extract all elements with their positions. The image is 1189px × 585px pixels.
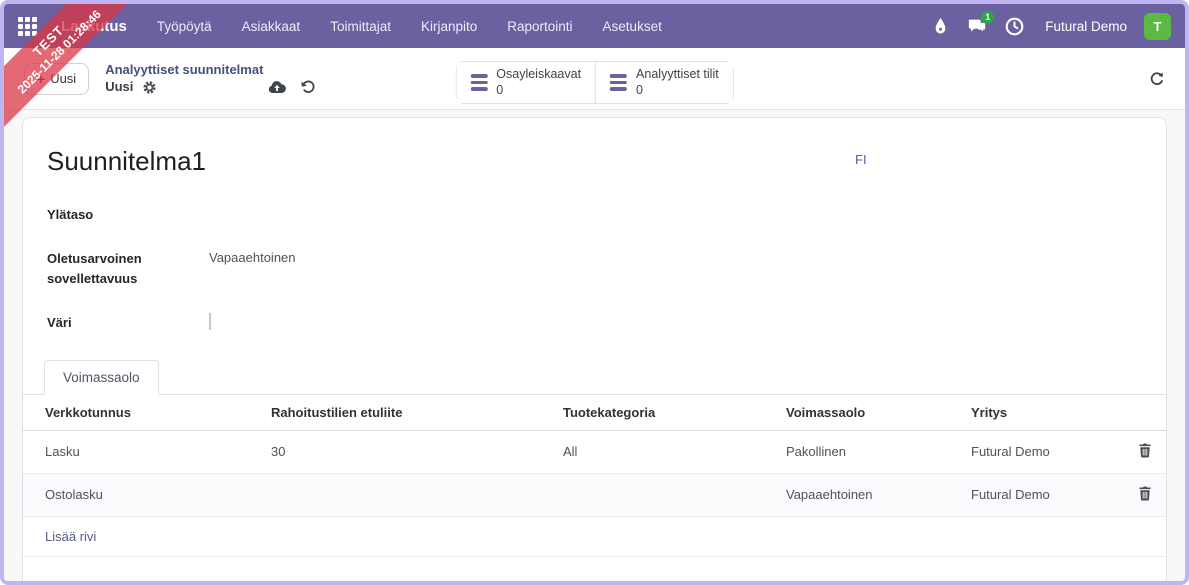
stat-value: 0 [636,82,643,97]
cell-prefix[interactable] [263,473,555,517]
col-header-tuotekategoria: Tuotekategoria [555,394,778,431]
refresh-icon[interactable] [1149,71,1165,87]
discard-undo-icon[interactable] [300,79,316,95]
main-content: Suunnitelma1 FI Ylätaso Oletusarvoinen s… [4,110,1185,581]
cell-category[interactable] [555,473,778,517]
messages-icon[interactable]: 1 [967,11,995,36]
col-header-actions [1123,394,1166,431]
applicability-list: Verkkotunnus Rahoitustilien etuliite Tuo… [23,394,1166,557]
stat-label: Osayleiskaavat [496,67,582,81]
activities-clock-icon[interactable] [1004,16,1024,36]
breadcrumb-parent-link[interactable]: Analyyttiset suunnitelmat [105,62,316,78]
main-menu: Työpöytä Asiakkaat Toimittajat Kirjanpit… [157,19,662,34]
app-window: Laskutus Työpöytä Asiakkaat Toimittajat … [0,0,1189,585]
new-button[interactable]: + Uusi [24,62,90,95]
gear-icon[interactable] [142,80,157,95]
cell-domain[interactable]: Ostolasku [23,473,263,517]
field-label-vari: Väri [47,315,72,331]
control-panel: + Uusi Analyyttiset suunnitelmat Uusi Os… [4,48,1185,110]
breadcrumb: Analyyttiset suunnitelmat Uusi [105,62,316,96]
breadcrumb-current: Uusi [105,79,134,94]
field-group: Ylätaso Oletusarvoinen sovellettavuus Va… [47,205,1142,334]
new-button-label: Uusi [50,71,77,86]
plus-icon: + [37,70,46,87]
stat-label: Analyyttiset tilit [636,67,719,81]
nav-item-asetukset[interactable]: Asetukset [603,19,662,34]
table-header-row: Verkkotunnus Rahoitustilien etuliite Tuo… [23,394,1166,431]
tab-voimassaolo[interactable]: Voimassaolo [44,359,159,395]
systray: 1 Futural Demo T [930,11,1171,40]
user-avatar[interactable]: T [1144,12,1171,40]
water-drop-icon[interactable] [930,16,950,36]
add-row: Lisää rivi [23,516,1166,557]
table-row: Ostolasku Vapaaehtoinen Futural Demo [23,473,1166,517]
nav-item-asiakkaat[interactable]: Asiakkaat [242,19,301,34]
col-header-yritys: Yritys [963,394,1123,431]
cell-applicability[interactable]: Vapaaehtoinen [778,473,963,517]
col-header-voimassaolo: Voimassaolo [778,394,963,431]
app-brand[interactable]: Laskutus [61,18,127,35]
company-switcher[interactable]: Futural Demo [1045,19,1127,34]
stat-value: 0 [496,82,504,97]
col-header-etuliite: Rahoitustilien etuliite [263,394,555,431]
bars-icon [610,74,628,91]
cell-prefix[interactable]: 30 [263,430,555,474]
record-title-field[interactable]: Suunnitelma1 [47,146,1142,177]
translation-badge[interactable]: FI [855,152,867,167]
stat-button-osayleiskaavat[interactable]: Osayleiskaavat 0 [456,62,596,104]
table-row: Lasku 30 All Pakollinen Futural Demo [23,430,1166,474]
col-header-verkkotunnus: Verkkotunnus [23,394,263,431]
field-label-ylataso: Ylätaso [47,207,94,222]
bars-icon [470,74,488,91]
add-row-link[interactable]: Lisää rivi [23,516,1166,557]
field-value-sovellettavuus[interactable]: Vapaaehtoinen [209,249,1142,289]
cell-company[interactable]: Futural Demo [963,473,1123,517]
notebook-tabs: Voimassaolo [23,359,1166,395]
top-navbar: Laskutus Työpöytä Asiakkaat Toimittajat … [4,4,1185,48]
stat-button-analyyttiset-tilit[interactable]: Analyyttiset tilit 0 [595,62,733,104]
cell-domain[interactable]: Lasku [23,430,263,474]
message-count-badge: 1 [981,11,995,24]
form-sheet: Suunnitelma1 FI Ylätaso Oletusarvoinen s… [22,117,1167,581]
apps-grid-icon[interactable] [18,16,37,36]
nav-item-kirjanpito[interactable]: Kirjanpito [421,19,477,34]
delete-row-icon[interactable] [1123,473,1166,517]
cell-company[interactable]: Futural Demo [963,430,1123,474]
field-value-ylataso[interactable] [209,205,1142,225]
nav-item-tyopoyta[interactable]: Työpöytä [157,19,212,34]
cloud-save-icon[interactable] [268,80,287,94]
cell-category[interactable]: All [555,430,778,474]
nav-item-raportointi[interactable]: Raportointi [507,19,572,34]
field-label-sovellettavuus: Oletusarvoinen sovellettavuus [47,251,142,287]
color-swatch[interactable] [209,313,211,331]
delete-row-icon[interactable] [1123,430,1166,474]
cell-applicability[interactable]: Pakollinen [778,430,963,474]
nav-item-toimittajat[interactable]: Toimittajat [330,19,391,34]
stat-button-group: Osayleiskaavat 0 Analyyttiset tilit 0 [455,61,734,105]
